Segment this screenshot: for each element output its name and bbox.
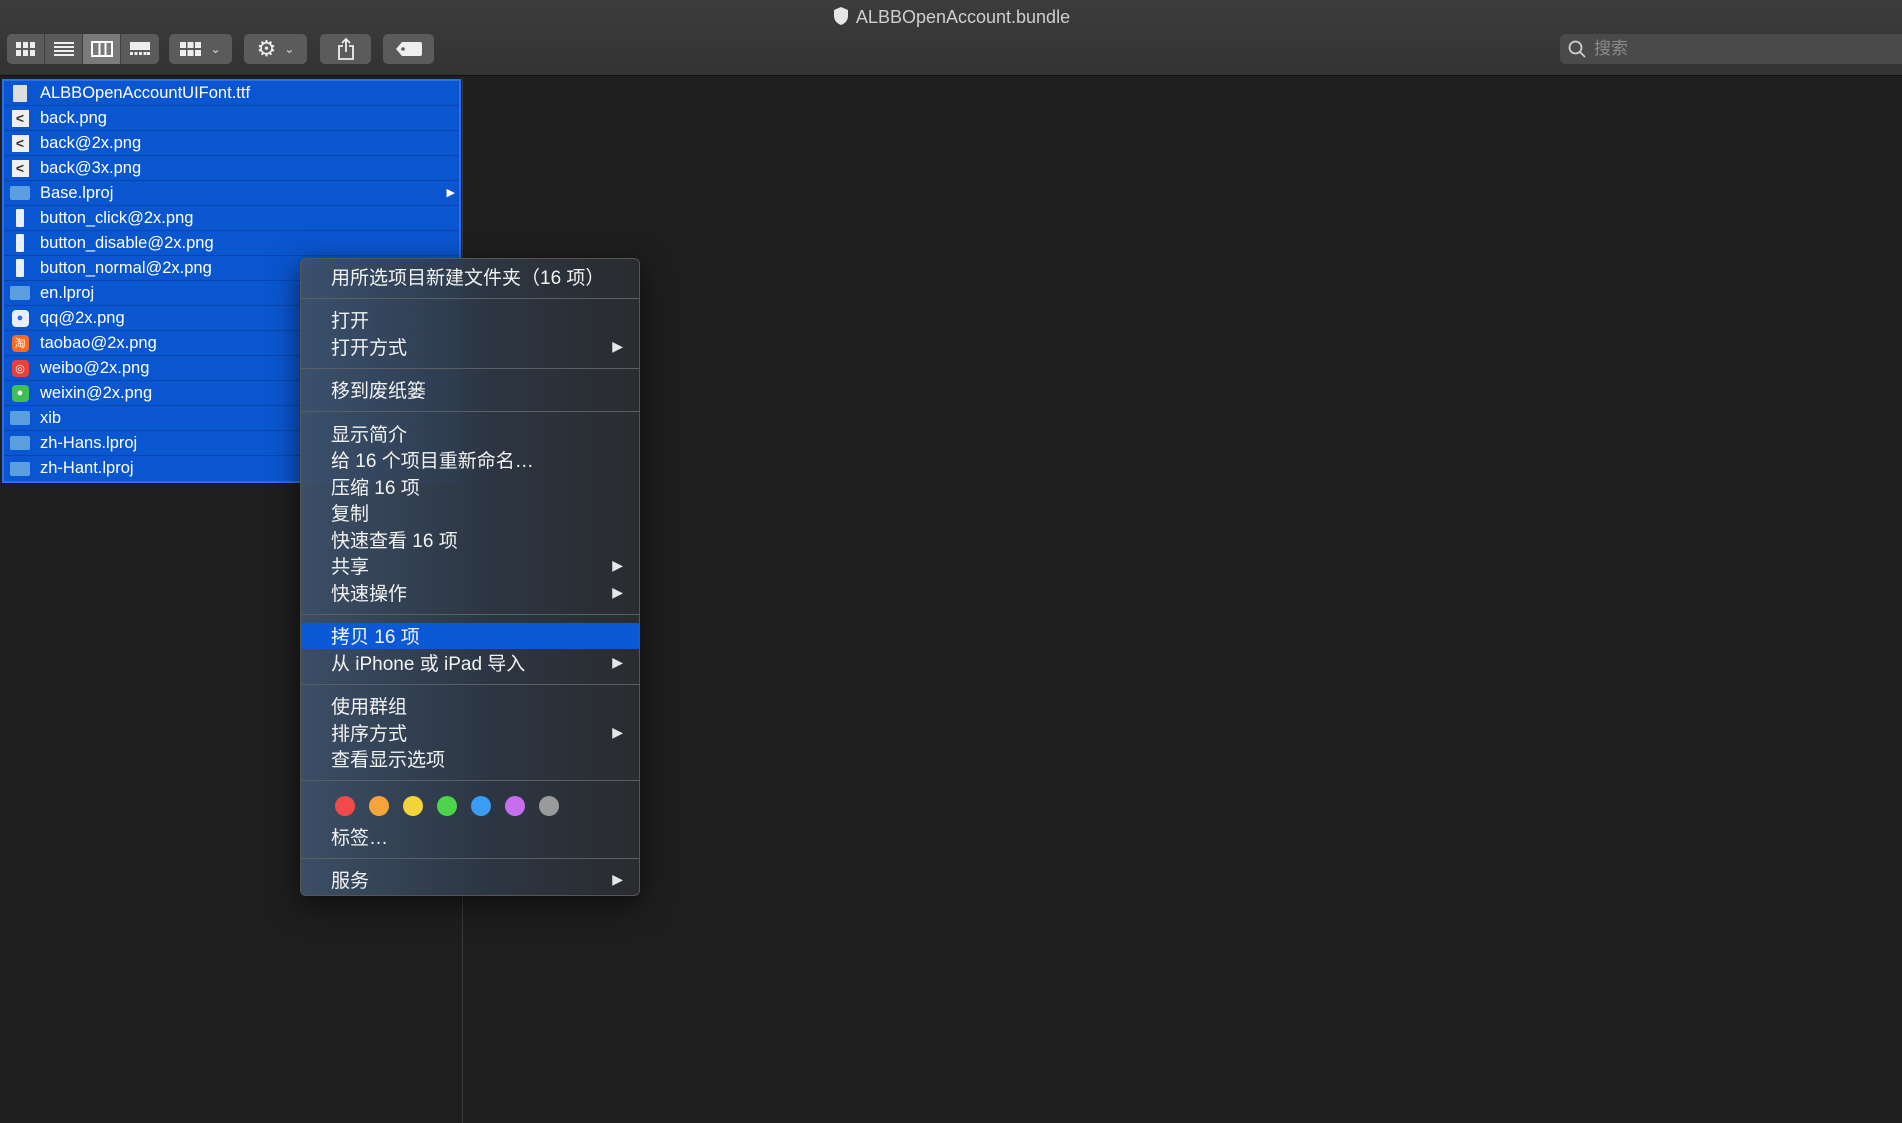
grid-icon	[15, 42, 35, 56]
menu-item-copy[interactable]: 拷贝 16 项	[301, 622, 639, 649]
disclosure-triangle-icon: ▶	[446, 187, 455, 199]
view-mode-segmented	[7, 34, 159, 64]
folder-icon	[10, 409, 30, 427]
image-file-icon	[10, 209, 30, 227]
file-row[interactable]: Base.lproj ▶	[4, 181, 459, 206]
action-button[interactable]: ⚙ ⌄	[244, 34, 307, 64]
tag-color-blue[interactable]	[471, 796, 491, 816]
tag-color-purple[interactable]	[505, 796, 525, 816]
folder-icon	[10, 434, 30, 452]
chevron-down-icon: ⌄	[210, 42, 221, 56]
menu-item-view-options[interactable]: 查看显示选项	[301, 746, 639, 773]
menu-separator	[301, 297, 639, 299]
menu-item-share[interactable]: 共享 ▶	[301, 553, 639, 580]
menu-item-rename[interactable]: 给 16 个项目重新命名…	[301, 447, 639, 474]
submenu-arrow-icon: ▶	[612, 723, 623, 740]
tag-color-yellow[interactable]	[403, 796, 423, 816]
search-input[interactable]	[1592, 38, 1886, 60]
weixin-icon: ●	[10, 384, 30, 402]
shield-icon	[833, 7, 848, 25]
gallery-icon	[130, 42, 150, 55]
file-row[interactable]: button_disable@2x.png	[4, 231, 459, 256]
tag-color-orange[interactable]	[369, 796, 389, 816]
menu-item-open-with[interactable]: 打开方式 ▶	[301, 333, 639, 360]
image-file-icon	[10, 234, 30, 252]
back-arrow-icon: <	[10, 134, 30, 152]
search-icon	[1568, 40, 1586, 58]
tag-color-red[interactable]	[335, 796, 355, 816]
menu-separator	[301, 857, 639, 859]
submenu-arrow-icon: ▶	[612, 337, 623, 354]
column-view-button[interactable]	[83, 34, 121, 64]
menu-item-compress[interactable]: 压缩 16 项	[301, 473, 639, 500]
submenu-arrow-icon: ▶	[612, 583, 623, 600]
list-icon	[53, 42, 74, 56]
list-view-button[interactable]	[45, 34, 83, 64]
menu-item-move-to-trash[interactable]: 移到废纸篓	[301, 377, 639, 404]
folder-icon	[10, 184, 30, 202]
qq-icon: ●	[10, 309, 30, 327]
menu-item-open[interactable]: 打开	[301, 307, 639, 334]
chevron-down-icon: ⌄	[284, 42, 295, 56]
menu-item-use-groups[interactable]: 使用群组	[301, 693, 639, 720]
tag-color-gray[interactable]	[539, 796, 559, 816]
file-row[interactable]: < back@3x.png	[4, 156, 459, 181]
gallery-view-button[interactable]	[121, 34, 159, 64]
menu-item-duplicate[interactable]: 复制	[301, 500, 639, 527]
menu-separator	[301, 613, 639, 615]
folder-icon	[10, 284, 30, 302]
menu-item-sort-by[interactable]: 排序方式 ▶	[301, 719, 639, 746]
submenu-arrow-icon: ▶	[612, 653, 623, 670]
submenu-arrow-icon: ▶	[612, 557, 623, 574]
share-button[interactable]	[320, 34, 371, 64]
search-field[interactable]	[1560, 34, 1902, 64]
tag-icon	[395, 42, 422, 56]
back-arrow-icon: <	[10, 159, 30, 177]
icon-view-button[interactable]	[7, 34, 45, 64]
toolbar: ALBBOpenAccount.bundle ⌄ ⚙ ⌄	[0, 0, 1902, 76]
group-by-button[interactable]: ⌄	[169, 34, 232, 64]
weibo-icon: ◎	[10, 359, 30, 377]
file-row[interactable]: button_click@2x.png	[4, 206, 459, 231]
group-grid-icon	[180, 42, 202, 56]
file-row[interactable]: < back@2x.png	[4, 131, 459, 156]
tag-color-row	[301, 789, 639, 823]
folder-icon	[10, 460, 30, 478]
gear-icon: ⚙	[256, 36, 277, 61]
share-icon	[337, 38, 354, 60]
tag-button[interactable]	[383, 34, 434, 64]
image-file-icon	[10, 259, 30, 277]
menu-item-services[interactable]: 服务 ▶	[301, 867, 639, 894]
columns-icon	[90, 41, 113, 57]
file-row[interactable]: ALBBOpenAccountUIFont.ttf	[4, 81, 459, 106]
menu-item-quick-actions[interactable]: 快速操作 ▶	[301, 579, 639, 606]
taobao-icon: 淘	[10, 334, 30, 352]
window-title: ALBBOpenAccount.bundle	[0, 6, 1902, 28]
submenu-arrow-icon: ▶	[612, 871, 623, 888]
back-arrow-icon: <	[10, 109, 30, 127]
menu-item-new-folder[interactable]: 用所选项目新建文件夹（16 项）	[301, 263, 639, 290]
menu-separator	[301, 411, 639, 412]
menu-separator	[301, 683, 639, 685]
tag-color-green[interactable]	[437, 796, 457, 816]
context-menu: 用所选项目新建文件夹（16 项） 打开 打开方式 ▶ 移到废纸篓 显示简介 给 1…	[300, 258, 640, 896]
menu-separator	[301, 367, 639, 369]
menu-item-tags[interactable]: 标签…	[301, 823, 639, 850]
menu-item-import-from-iphone[interactable]: 从 iPhone 或 iPad 导入 ▶	[301, 649, 639, 676]
menu-item-get-info[interactable]: 显示简介	[301, 420, 639, 447]
menu-separator	[301, 780, 639, 781]
font-file-icon	[10, 84, 30, 102]
menu-item-quick-look[interactable]: 快速查看 16 项	[301, 526, 639, 553]
file-row[interactable]: < back.png	[4, 106, 459, 131]
